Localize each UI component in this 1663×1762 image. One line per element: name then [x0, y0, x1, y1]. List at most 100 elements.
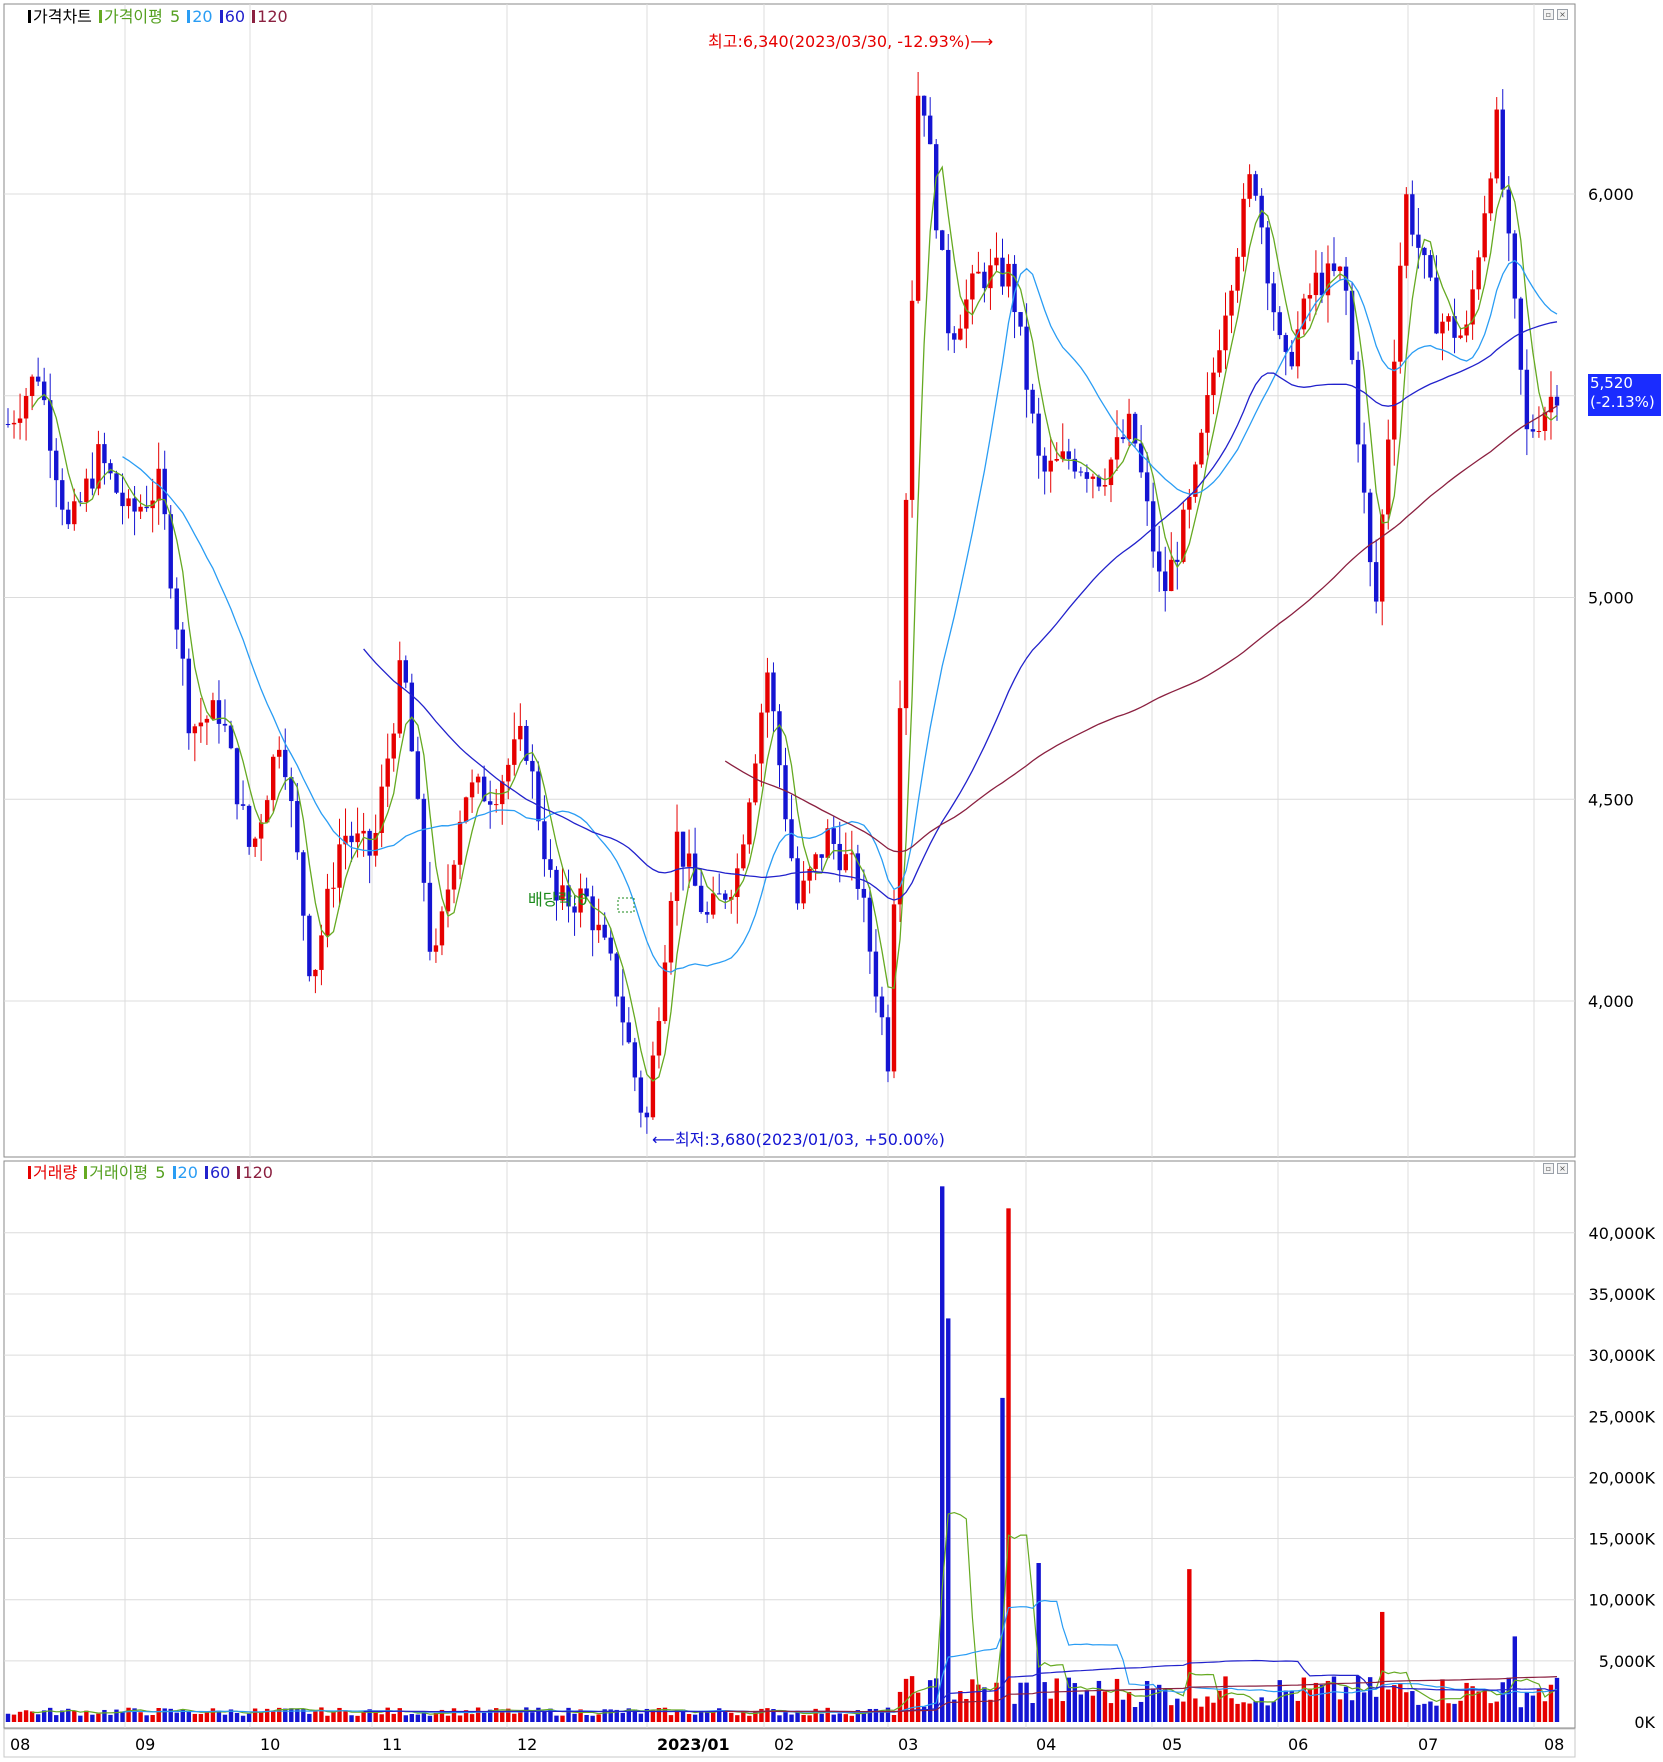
price-panel-close-icon[interactable]: ×: [1557, 9, 1568, 20]
volume-bar: [1476, 1691, 1481, 1722]
volume-bar: [723, 1711, 728, 1722]
candle-body: [1512, 233, 1518, 299]
candle-body: [873, 951, 879, 997]
candle-body: [1428, 255, 1433, 278]
candle-body: [518, 725, 523, 740]
price-legend-ma60[interactable]: 60: [225, 7, 245, 26]
candle-body: [1524, 369, 1530, 430]
volume-bar: [108, 1714, 113, 1722]
volume-bar: [174, 1712, 179, 1722]
volume-legend-ma5[interactable]: 5: [155, 1163, 165, 1182]
volume-legend-main[interactable]: 거래량: [33, 1163, 77, 1182]
candle-body: [481, 776, 487, 802]
candle-body: [717, 893, 722, 895]
volume-bar: [837, 1713, 842, 1722]
volume-bar: [741, 1712, 746, 1722]
volume-panel-maximize-icon[interactable]: ▫: [1543, 1163, 1554, 1174]
volume-ma-legend-marker: [84, 1166, 88, 1179]
volume-bar: [891, 1714, 897, 1722]
candle-body: [433, 945, 439, 952]
candle-body: [1024, 326, 1029, 390]
candle-body: [114, 473, 119, 493]
x-axis-month-label: 04: [1036, 1735, 1056, 1754]
candle: [1301, 293, 1307, 335]
candle-body: [494, 804, 499, 806]
volume-bar: [469, 1714, 475, 1722]
volume-bar: [1554, 1677, 1560, 1722]
volume-bar: [620, 1712, 625, 1722]
candle-body: [789, 819, 794, 859]
price-y-tick-label: 5,000: [1588, 589, 1634, 608]
price-legend-ma-label[interactable]: 가격이평: [104, 7, 163, 26]
volume-bar: [1295, 1700, 1301, 1722]
price-legend-ma120[interactable]: 120: [257, 7, 288, 26]
candle-body: [17, 418, 23, 423]
volume-bar: [23, 1710, 29, 1722]
candle-body: [825, 828, 830, 858]
volume-panel-close-icon[interactable]: ×: [1557, 1163, 1568, 1174]
candle-body: [397, 660, 402, 734]
price-legend-ma20[interactable]: 20: [192, 7, 212, 26]
candle-body: [1380, 514, 1385, 602]
candle-body: [47, 400, 53, 451]
volume-bar: [1012, 1703, 1017, 1722]
volume-legend-ma120[interactable]: 120: [242, 1163, 273, 1182]
candle-body: [295, 801, 300, 853]
volume-bar: [1289, 1690, 1295, 1722]
candle-body: [1018, 312, 1023, 327]
volume-bar: [1440, 1679, 1445, 1722]
price-legend-ma5[interactable]: 5: [170, 7, 180, 26]
volume-bar: [156, 1707, 161, 1722]
candle-body: [512, 739, 517, 765]
candle-body: [674, 831, 680, 901]
candle-body: [915, 95, 921, 301]
volume-bar: [445, 1715, 451, 1722]
volume-y-tick-label: 40,000K: [1589, 1224, 1656, 1243]
candle-body: [313, 969, 318, 977]
candle-body: [1235, 256, 1240, 291]
candle-body: [1500, 109, 1505, 190]
volume-bar: [1132, 1707, 1138, 1722]
candle-body: [1217, 350, 1222, 373]
candle: [114, 470, 119, 495]
x-axis-month-label: 05: [1162, 1735, 1182, 1754]
candle-body: [506, 764, 511, 782]
high-price-annotation: 최고:6,340(2023/03/30, -12.93%)⟶: [708, 32, 994, 51]
volume-bar: [704, 1711, 710, 1722]
volume-bar: [560, 1715, 565, 1722]
volume-bar: [1102, 1691, 1108, 1722]
volume-bar: [5, 1713, 11, 1722]
candle-body: [445, 889, 451, 912]
price-legend-main[interactable]: 가격차트: [33, 7, 92, 26]
price-y-tick-label: 4,500: [1588, 790, 1634, 809]
volume-bar: [1030, 1702, 1035, 1722]
volume-bar: [397, 1708, 402, 1722]
volume-bar: [1380, 1611, 1385, 1722]
volume-bar: [777, 1715, 782, 1722]
candle-body: [258, 822, 264, 839]
candle-body: [596, 924, 601, 931]
x-axis-month-label: 08: [1544, 1735, 1564, 1754]
dividend-annotation: 배당락:0: [528, 890, 588, 909]
volume-legend-ma20[interactable]: 20: [178, 1163, 198, 1182]
volume-bar: [1187, 1569, 1192, 1722]
candle-body: [1277, 312, 1282, 336]
candle-body: [1084, 472, 1090, 479]
volume-bar: [1090, 1695, 1096, 1722]
volume-bar: [1446, 1703, 1451, 1722]
candle-body: [1175, 559, 1180, 562]
candle-body: [301, 852, 306, 916]
price-panel-maximize-icon[interactable]: ▫: [1543, 9, 1554, 20]
candle: [463, 796, 469, 824]
candle-body: [1319, 272, 1325, 296]
volume-bar: [252, 1708, 258, 1722]
volume-bar: [909, 1676, 915, 1722]
volume-bar: [1199, 1706, 1204, 1722]
volume-bar: [289, 1708, 294, 1722]
volume-legend-ma60[interactable]: 60: [210, 1163, 230, 1182]
volume-ma20-legend-marker: [172, 1166, 176, 1179]
candle-body: [753, 763, 758, 803]
volume-bar: [1181, 1701, 1186, 1722]
candle-body: [469, 782, 475, 798]
volume-legend-ma-label[interactable]: 거래이평: [89, 1163, 148, 1182]
